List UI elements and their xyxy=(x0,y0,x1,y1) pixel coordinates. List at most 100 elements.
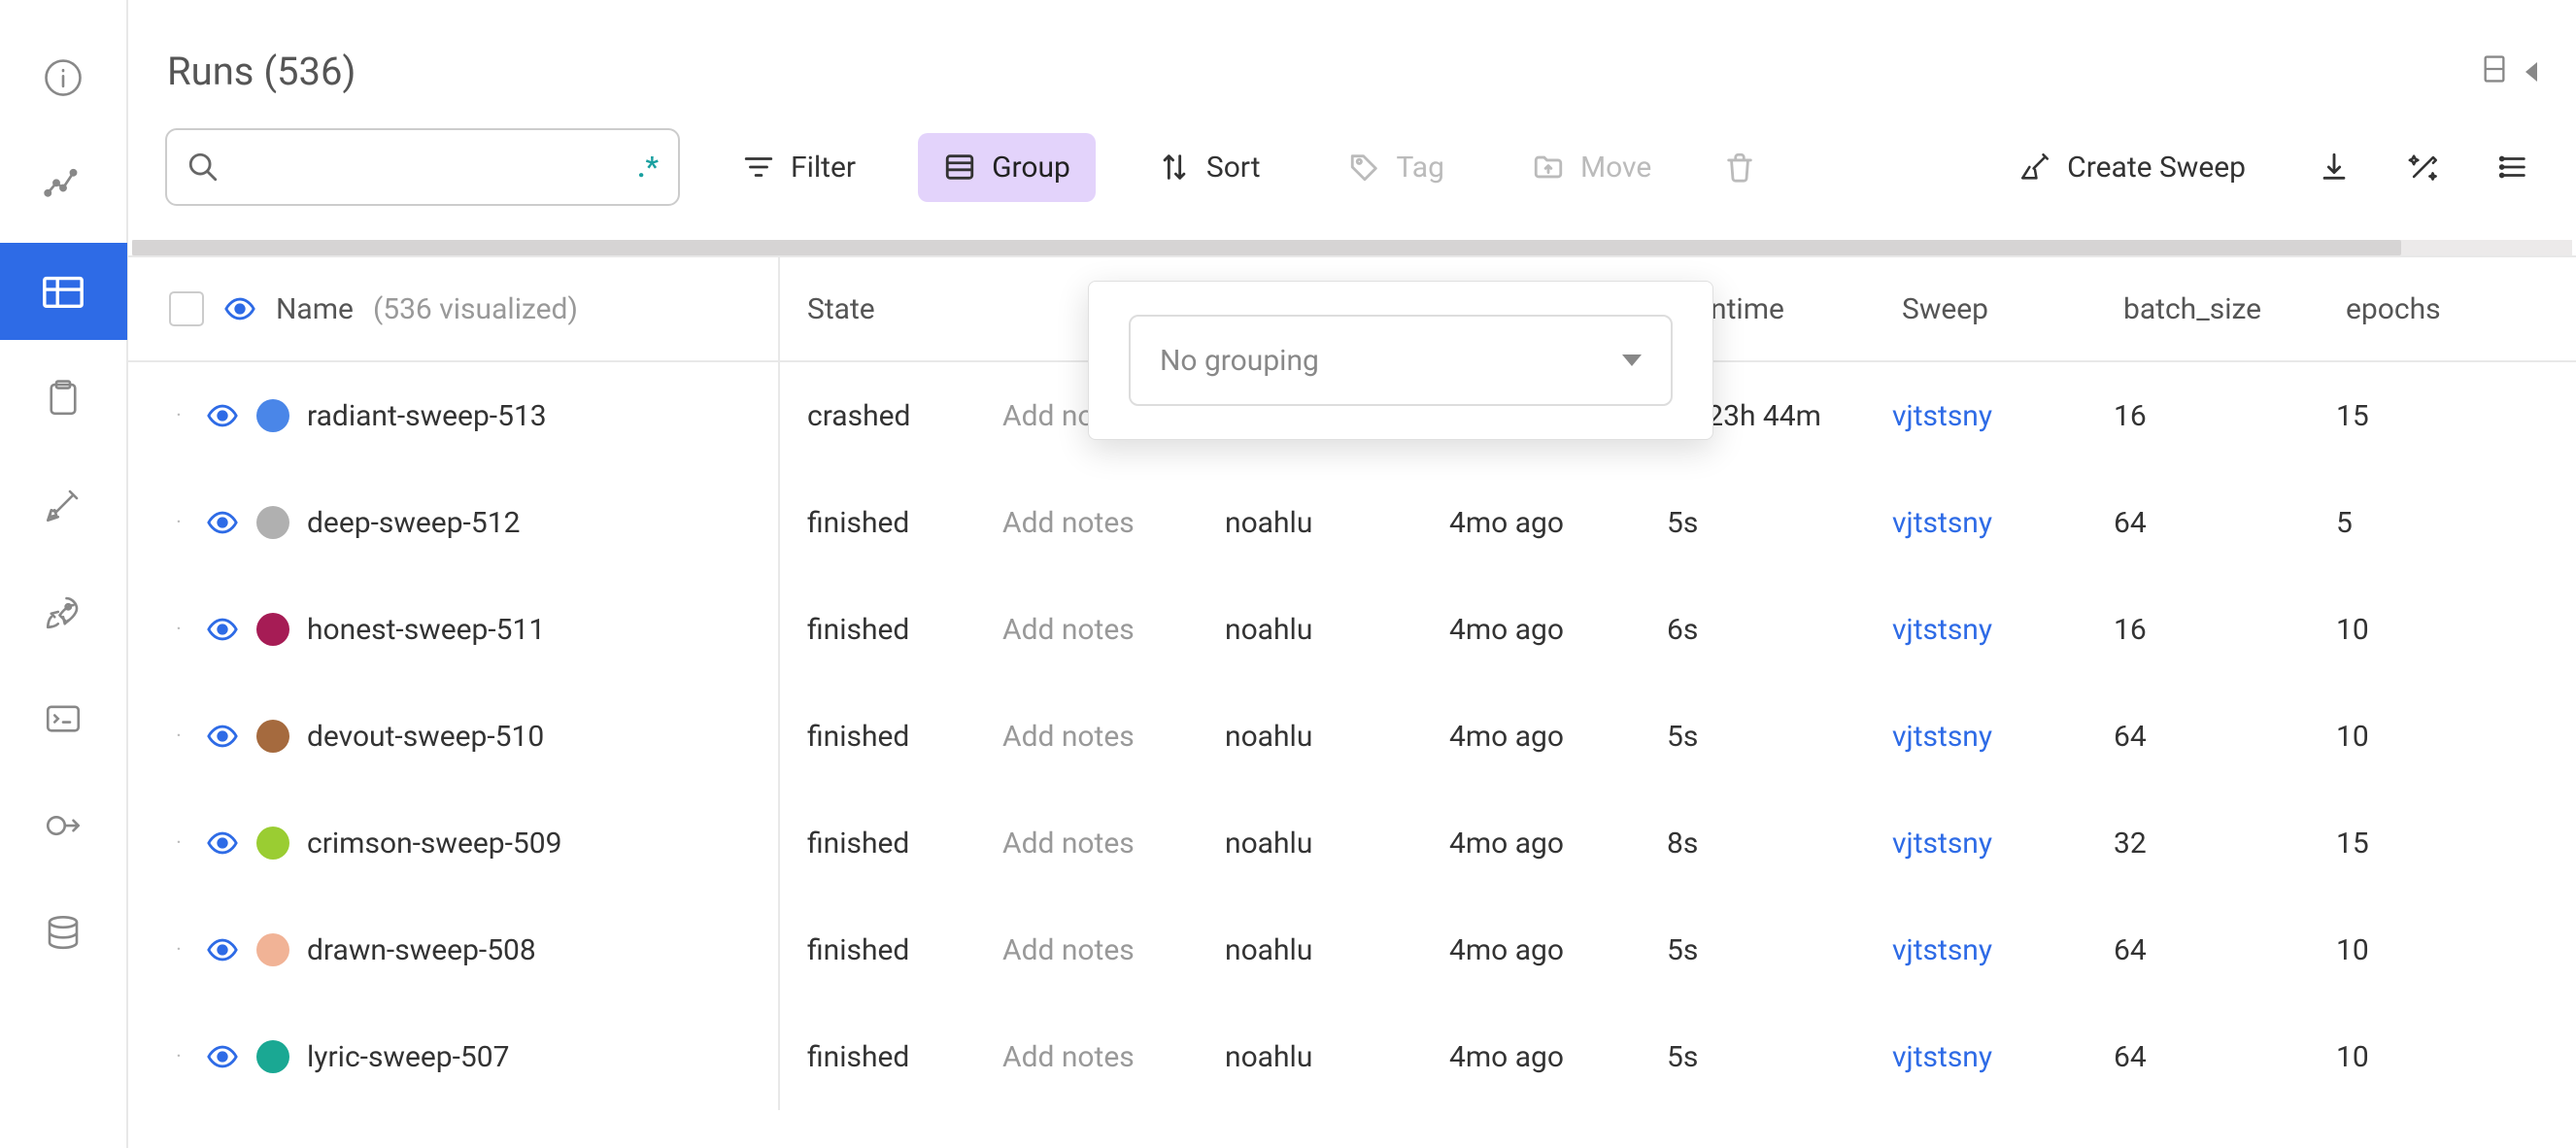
visibility-toggle[interactable] xyxy=(206,1040,239,1073)
cell-notes[interactable]: Add notes xyxy=(1002,933,1225,967)
sweep-header[interactable]: Sweep xyxy=(1892,292,2114,326)
cell-user: noahlu xyxy=(1225,933,1449,967)
sidebar-item-charts[interactable] xyxy=(0,136,127,233)
cell-state: finished xyxy=(780,506,1002,540)
group-button[interactable]: Group xyxy=(918,133,1096,202)
wand-button[interactable] xyxy=(2397,141,2450,193)
table-row[interactable]: · drawn-sweep-508 finished Add notes noa… xyxy=(128,896,2576,1003)
cell-epochs: 15 xyxy=(2336,827,2491,861)
cell-sweep[interactable]: vjtstsny xyxy=(1892,506,2114,540)
visibility-toggle[interactable] xyxy=(206,827,239,860)
cell-notes[interactable]: Add notes xyxy=(1002,506,1225,540)
visibility-toggle[interactable] xyxy=(206,933,239,966)
cell-sweep[interactable]: vjtstsny xyxy=(1892,613,2114,647)
table-row[interactable]: · devout-sweep-510 finished Add notes no… xyxy=(128,683,2576,790)
visibility-toggle[interactable] xyxy=(206,506,239,539)
grouping-dropdown[interactable]: No grouping xyxy=(1129,315,1673,406)
cell-state: crashed xyxy=(780,399,1002,433)
drag-handle[interactable]: · xyxy=(169,725,188,749)
cell-sweep[interactable]: vjtstsny xyxy=(1892,827,2114,861)
cell-runtime: 5s xyxy=(1667,933,1892,967)
horizontal-scrollbar[interactable] xyxy=(132,240,2572,255)
cell-state: finished xyxy=(780,720,1002,754)
run-name[interactable]: deep-sweep-512 xyxy=(307,506,520,540)
table-row[interactable]: · crimson-sweep-509 finished Add notes n… xyxy=(128,790,2576,896)
tag-button[interactable]: Tag xyxy=(1323,133,1470,202)
filter-button[interactable]: Filter xyxy=(717,133,881,202)
move-button[interactable]: Move xyxy=(1507,133,1677,202)
search-input[interactable] xyxy=(235,152,622,183)
cell-notes[interactable]: Add notes xyxy=(1002,720,1225,754)
create-sweep-button[interactable]: Create Sweep xyxy=(1993,133,2271,202)
drag-handle[interactable]: · xyxy=(169,618,188,642)
visibility-toggle[interactable] xyxy=(206,613,239,646)
search-icon xyxy=(186,151,220,184)
sweep-icon xyxy=(43,485,84,525)
main-content: Runs (536) .* Filter Group Sort xyxy=(128,0,2576,1148)
table-row[interactable]: · honest-sweep-511 finished Add notes no… xyxy=(128,576,2576,683)
sidebar-item-terminal[interactable] xyxy=(0,670,127,767)
sidebar-item-reports[interactable] xyxy=(0,350,127,447)
drag-handle[interactable]: · xyxy=(169,1045,188,1069)
export-icon xyxy=(43,805,84,846)
visibility-toggle-all[interactable] xyxy=(223,292,256,325)
sidebar-item-table[interactable] xyxy=(0,243,127,340)
sidebar-item-launch[interactable] xyxy=(0,563,127,660)
cell-epochs: 10 xyxy=(2336,720,2491,754)
drag-handle[interactable]: · xyxy=(169,831,188,856)
page-title: Runs (536) xyxy=(167,49,356,94)
database-icon xyxy=(43,912,84,953)
drag-handle[interactable]: · xyxy=(169,404,188,428)
cell-notes[interactable]: Add notes xyxy=(1002,1040,1225,1074)
cell-state: finished xyxy=(780,933,1002,967)
cell-sweep[interactable]: vjtstsny xyxy=(1892,720,2114,754)
cell-epochs: 10 xyxy=(2336,933,2491,967)
batch-size-header[interactable]: batch_size xyxy=(2114,292,2336,326)
regex-toggle[interactable]: .* xyxy=(637,151,659,185)
run-name[interactable]: devout-sweep-510 xyxy=(307,720,544,754)
table-row[interactable]: · lyric-sweep-507 finished Add notes noa… xyxy=(128,1003,2576,1110)
run-name[interactable]: drawn-sweep-508 xyxy=(307,933,536,967)
sidebar-item-export[interactable] xyxy=(0,777,127,874)
select-all-checkbox[interactable] xyxy=(169,291,204,326)
scrollbar-thumb[interactable] xyxy=(132,240,2401,255)
tag-label: Tag xyxy=(1397,151,1444,185)
epochs-header[interactable]: epochs xyxy=(2336,292,2491,326)
sidebar-nav xyxy=(0,0,128,1148)
panel-layout-button[interactable] xyxy=(2483,55,2506,88)
cell-sweep[interactable]: vjtstsny xyxy=(1892,399,2114,433)
run-name[interactable]: radiant-sweep-513 xyxy=(307,399,547,433)
columns-button[interactable] xyxy=(2487,141,2539,193)
download-button[interactable] xyxy=(2308,141,2360,193)
cell-created: 4mo ago xyxy=(1449,1040,1667,1074)
run-color-dot xyxy=(256,506,289,539)
chevron-down-icon xyxy=(1622,355,1642,366)
visibility-toggle[interactable] xyxy=(206,720,239,753)
drag-handle[interactable]: · xyxy=(169,938,188,962)
cell-sweep[interactable]: vjtstsny xyxy=(1892,933,2114,967)
visibility-toggle[interactable] xyxy=(206,399,239,432)
cell-runtime: 5s xyxy=(1667,1040,1892,1074)
drag-handle[interactable]: · xyxy=(169,511,188,535)
run-name[interactable]: lyric-sweep-507 xyxy=(307,1040,510,1074)
cell-runtime: 6s xyxy=(1667,613,1892,647)
run-name[interactable]: honest-sweep-511 xyxy=(307,613,545,647)
sidebar-item-info[interactable] xyxy=(0,29,127,126)
sidebar-item-artifacts[interactable] xyxy=(0,884,127,981)
sort-button[interactable]: Sort xyxy=(1133,133,1286,202)
name-header-label[interactable]: Name xyxy=(276,292,354,326)
info-icon xyxy=(43,57,84,98)
run-name[interactable]: crimson-sweep-509 xyxy=(307,827,562,861)
cell-runtime: 5s xyxy=(1667,720,1892,754)
cell-notes[interactable]: Add notes xyxy=(1002,827,1225,861)
collapse-panel-button[interactable] xyxy=(2525,62,2537,82)
search-input-container[interactable]: .* xyxy=(165,128,680,206)
create-sweep-label: Create Sweep xyxy=(2067,151,2246,185)
cell-notes[interactable]: Add notes xyxy=(1002,613,1225,647)
delete-button[interactable] xyxy=(1713,141,1766,193)
cell-sweep[interactable]: vjtstsny xyxy=(1892,1040,2114,1074)
state-header[interactable]: State xyxy=(780,292,1002,326)
table-row[interactable]: · deep-sweep-512 finished Add notes noah… xyxy=(128,469,2576,576)
sidebar-item-sweeps[interactable] xyxy=(0,456,127,554)
run-color-dot xyxy=(256,1040,289,1073)
